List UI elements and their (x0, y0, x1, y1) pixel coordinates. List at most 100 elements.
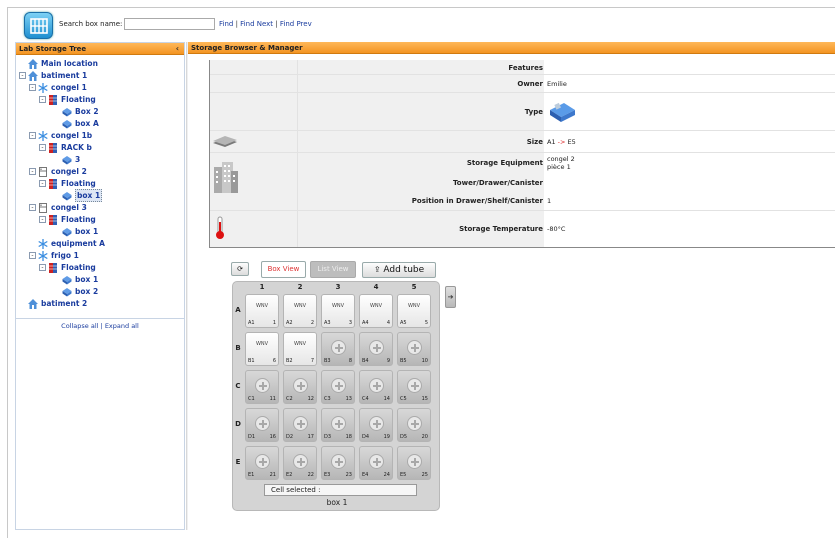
tube-cell[interactable]: WNV A5 5 (397, 294, 431, 328)
empty-cell[interactable]: B4 9 (359, 332, 393, 366)
empty-cell[interactable]: D1 16 (245, 408, 279, 442)
tree-node-label: Floating (61, 95, 96, 104)
empty-cell[interactable]: E4 24 (359, 446, 393, 480)
tube-cell[interactable]: WNV A4 4 (359, 294, 393, 328)
info-row-type: Type (210, 93, 835, 131)
info-row-temperature: Storage Temperature -80°C (210, 210, 835, 247)
tree-node[interactable]: - Floating (39, 214, 96, 225)
find-link[interactable]: Find (219, 20, 233, 28)
tree-node[interactable]: box 2 (62, 286, 98, 297)
empty-cell[interactable]: D4 19 (359, 408, 393, 442)
tree-node[interactable]: 3 (62, 154, 80, 165)
tube-cell[interactable]: WNV A3 3 (321, 294, 355, 328)
empty-cell[interactable]: D2 17 (283, 408, 317, 442)
tree-node-label: box A (75, 119, 99, 128)
tube-cell[interactable]: WNV B1 6 (245, 332, 279, 366)
tree-node[interactable]: - congel 3 (29, 202, 87, 213)
rack-icon (48, 262, 58, 273)
tree-toggle[interactable]: - (29, 204, 36, 211)
empty-cell[interactable]: E3 23 (321, 446, 355, 480)
tree-node-label: frigo 1 (51, 251, 79, 260)
add-circle-icon (331, 378, 346, 393)
tree-toggle[interactable]: - (39, 96, 46, 103)
expand-all-link[interactable]: Expand all (105, 322, 139, 330)
storage-logo-icon[interactable] (24, 12, 53, 39)
tree-node[interactable]: - congel 2 (29, 166, 87, 177)
tree-toggle[interactable]: - (39, 144, 46, 151)
add-circle-icon (255, 378, 270, 393)
tree-node[interactable]: - Floating (39, 262, 96, 273)
tree-toggle[interactable]: - (29, 168, 36, 175)
empty-cell[interactable]: C2 12 (283, 370, 317, 404)
empty-cell[interactable]: C4 14 (359, 370, 393, 404)
tree-node[interactable]: box 1 (62, 189, 103, 202)
tree-toggle[interactable]: - (39, 180, 46, 187)
tree-node-label: Floating (61, 215, 96, 224)
expand-side-button[interactable]: ➔ (445, 286, 456, 308)
tree-node[interactable]: box 1 (62, 226, 98, 237)
tree-toggle[interactable]: - (39, 216, 46, 223)
add-tube-button[interactable]: ⇪ Add tube (362, 262, 436, 278)
empty-cell[interactable]: E2 22 (283, 446, 317, 480)
tree-node[interactable]: - RACK b (39, 142, 92, 153)
collapse-all-link[interactable]: Collapse all (61, 322, 98, 330)
temperature-value: -80°C (547, 225, 566, 233)
tree-node[interactable]: box 1 (62, 274, 98, 285)
tree-node[interactable]: - congel 1 (29, 82, 87, 93)
list-view-tab[interactable]: List View (310, 261, 356, 278)
grid-column-header: 2 (297, 283, 303, 291)
tree-node[interactable]: - Floating (39, 94, 96, 105)
tree-node-label: equipment A (51, 239, 105, 248)
tree-node[interactable]: batiment 2 (28, 298, 87, 309)
empty-cell[interactable]: E1 21 (245, 446, 279, 480)
empty-cell[interactable]: C1 11 (245, 370, 279, 404)
tree-node[interactable]: - Floating (39, 178, 96, 189)
tree-node[interactable]: - batiment 1 (19, 70, 87, 81)
tree-node[interactable]: Main location (28, 58, 98, 69)
tree-toggle[interactable]: - (19, 72, 26, 79)
add-tube-label: Add tube (383, 265, 425, 275)
tree-toggle[interactable]: - (29, 84, 36, 91)
cell-coordinate: B1 (248, 358, 255, 364)
cell-number: 6 (272, 358, 276, 364)
empty-cell[interactable]: B3 8 (321, 332, 355, 366)
tree-node[interactable]: - frigo 1 (29, 250, 79, 261)
cell-coordinate: C1 (248, 396, 255, 402)
tree-node[interactable]: box A (62, 118, 99, 129)
refresh-button[interactable]: ⟳ (231, 262, 249, 276)
tree-node[interactable]: equipment A (38, 238, 105, 249)
tree-node-label: box 1 (75, 189, 103, 202)
empty-cell[interactable]: E5 25 (397, 446, 431, 480)
cell-coordinate: A4 (362, 320, 369, 326)
tube-cell[interactable]: WNV A2 2 (283, 294, 317, 328)
box-icon (62, 287, 72, 297)
grid-column-header: 1 (259, 283, 265, 291)
search-input[interactable] (124, 18, 215, 30)
cell-coordinate: C2 (286, 396, 293, 402)
add-circle-icon (293, 454, 308, 469)
tree-node-label: congel 3 (51, 203, 87, 212)
empty-cell[interactable]: C5 15 (397, 370, 431, 404)
tree-node-label: box 2 (75, 287, 99, 296)
empty-cell[interactable]: C3 13 (321, 370, 355, 404)
upload-icon: ⇪ (373, 265, 381, 274)
box-view-tab[interactable]: Box View (261, 261, 306, 278)
building-icon (213, 161, 239, 195)
tree-toggle[interactable]: - (39, 264, 46, 271)
find-next-link[interactable]: Find Next (240, 20, 273, 28)
grid-column-header: 5 (411, 283, 417, 291)
house-icon (28, 58, 38, 69)
chevron-left-icon[interactable]: ‹ (176, 44, 179, 53)
empty-cell[interactable]: D3 18 (321, 408, 355, 442)
tube-cell[interactable]: WNV B2 7 (283, 332, 317, 366)
empty-cell[interactable]: B5 10 (397, 332, 431, 366)
add-circle-icon (369, 416, 384, 431)
tree-toggle[interactable]: - (29, 132, 36, 139)
tube-cell[interactable]: WNV A1 1 (245, 294, 279, 328)
find-prev-link[interactable]: Find Prev (280, 20, 312, 28)
tree-toggle[interactable]: - (29, 252, 36, 259)
tree-node[interactable]: - congel 1b (29, 130, 92, 141)
empty-cell[interactable]: D5 20 (397, 408, 431, 442)
tree-node[interactable]: Box 2 (62, 106, 99, 117)
tree-node-label: congel 1b (51, 131, 93, 140)
